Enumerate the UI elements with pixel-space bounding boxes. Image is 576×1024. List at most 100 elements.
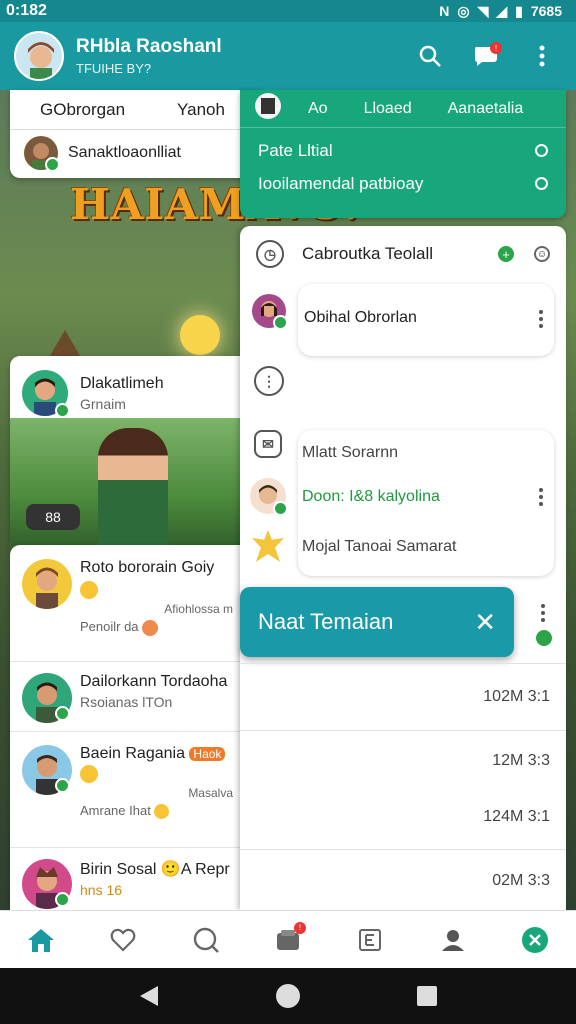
- online-indicator: [55, 706, 70, 721]
- notification-badge: !: [293, 921, 306, 934]
- back-icon[interactable]: [138, 984, 160, 1008]
- avatar: [22, 559, 72, 609]
- more-options-button[interactable]: [528, 42, 556, 70]
- message-line-3: Mojal Tanoai Samarat: [302, 538, 457, 555]
- list-item[interactable]: Dailorkann Tordaoha Rsoianas lTOn: [10, 673, 245, 723]
- list-item[interactable]: Baein Ragania Haok Masalva Amrane Ihat: [10, 745, 245, 820]
- tab-left-2[interactable]: Yanoh: [147, 100, 247, 120]
- avatar: [22, 859, 72, 909]
- chat-name: Dailorkann Tordaoha: [80, 673, 228, 690]
- chat-preview: Afiohlossa m: [164, 602, 233, 617]
- character-illustration: [98, 428, 168, 552]
- feature-card[interactable]: Dlakatlimeh Grnaim 88: [10, 356, 250, 552]
- chat-name: Birin Sosal 🙂A Repr: [80, 861, 230, 878]
- left-tabs: GObrorgan Yanoh: [10, 90, 260, 130]
- timestamp: 124M 3:1: [483, 808, 550, 825]
- avatar: [252, 294, 288, 330]
- app-title: RHbla Raoshanl: [76, 36, 222, 57]
- message-line-1: Mlatt Sorarnn: [302, 444, 399, 461]
- group-info-text-2: Iooilamendal patbioay: [258, 173, 424, 193]
- nav-close[interactable]: [515, 920, 555, 960]
- divider: [240, 663, 566, 664]
- online-indicator: [273, 315, 288, 330]
- online-indicator: [45, 157, 60, 172]
- list-item[interactable]: Roto bororain Goiy Afiohlossa m Penoilr …: [10, 559, 245, 636]
- emoji-icon[interactable]: ☺: [534, 246, 550, 262]
- online-indicator: [55, 778, 70, 793]
- status-bar: 0:182 N ◎ ◥ ◢ ▮ 7685: [0, 0, 576, 22]
- media-pill[interactable]: 88: [26, 504, 80, 530]
- more-vertical-icon[interactable]: [540, 604, 546, 622]
- left-top-card: GObrorgan Yanoh Sanaktloaonlliat: [10, 90, 260, 178]
- chat-icon: ✉: [254, 430, 282, 458]
- chat-preview-2: Penoilr da: [80, 619, 233, 636]
- nav-profile[interactable]: [433, 920, 473, 960]
- chat-list: Roto bororain Goiy Afiohlossa m Penoilr …: [10, 545, 245, 910]
- feature-image: 88: [10, 418, 250, 552]
- message-bubble[interactable]: Obihal Obrorlan: [298, 284, 554, 356]
- tab-group-1[interactable]: Ao: [290, 100, 346, 118]
- more-vertical-icon[interactable]: [538, 310, 544, 328]
- online-indicator: [55, 403, 70, 418]
- chat-notifications-button[interactable]: !: [472, 42, 502, 70]
- nav-inbox[interactable]: !: [268, 920, 308, 960]
- tab-group-3[interactable]: Aanaetalia: [430, 100, 542, 118]
- avatar: [24, 136, 60, 172]
- list-item[interactable]: Birin Sosal 🙂A Repr hns 16: [10, 859, 245, 909]
- add-icon[interactable]: +: [498, 246, 514, 262]
- snackbar[interactable]: Naat Temaian ✕: [240, 587, 514, 657]
- recents-icon[interactable]: [416, 985, 438, 1007]
- home-button-icon[interactable]: [275, 983, 301, 1009]
- chat-bubble-icon: [193, 927, 219, 953]
- conversation-title: Cabroutka Teolall: [302, 244, 434, 263]
- nav-favorites[interactable]: [103, 920, 143, 960]
- more-vertical-icon[interactable]: [538, 488, 544, 506]
- group-info-line-1[interactable]: Pate Lltial: [240, 134, 566, 167]
- home-icon: [28, 928, 55, 952]
- wifi-icon: ◥: [477, 2, 489, 19]
- status-badge: Haok: [189, 747, 226, 761]
- avatar: [22, 745, 72, 795]
- nfc-icon: N: [439, 3, 450, 19]
- status-ring-icon: [535, 144, 548, 157]
- feature-header: Dlakatlimeh Grnaim: [10, 356, 250, 418]
- group-tabs: Ao Lloaed Aanaetalia: [240, 90, 566, 128]
- divider: [10, 731, 245, 732]
- smile-emoji-icon: [80, 581, 98, 599]
- status-ring-icon: [535, 177, 548, 190]
- group-header-panel: Ao Lloaed Aanaetalia Pate Lltial Iooilam…: [240, 90, 566, 218]
- close-circle-icon: [521, 926, 548, 953]
- profile-avatar[interactable]: [14, 31, 64, 81]
- tab-left-1[interactable]: GObrorgan: [10, 100, 147, 120]
- group-info-line-2[interactable]: Iooilamendal patbioay: [240, 167, 566, 200]
- avatar: [250, 478, 288, 516]
- close-icon[interactable]: ✕: [474, 607, 496, 638]
- left-top-user-row[interactable]: Sanaktloaonlliat: [10, 130, 260, 176]
- app-titles: RHbla Raoshanl TFUIHE BY?: [76, 36, 416, 76]
- info-icon[interactable]: ⋮: [254, 366, 284, 396]
- document-icon: [359, 928, 382, 951]
- divider: [10, 847, 245, 848]
- battery-icon: ▮: [515, 2, 523, 19]
- nav-home[interactable]: [21, 920, 61, 960]
- online-indicator: [273, 501, 288, 516]
- divider: [240, 730, 566, 731]
- sticker-icon: [252, 530, 284, 562]
- conversation-header-row[interactable]: ◷ Cabroutka Teolall + ☺: [240, 240, 566, 268]
- nav-documents[interactable]: [350, 920, 390, 960]
- tab-group-2[interactable]: Lloaed: [346, 100, 430, 118]
- nav-chat[interactable]: [186, 920, 226, 960]
- group-avatar: [240, 92, 290, 125]
- sun-illustration: [180, 315, 220, 355]
- chat-name: Baein Ragania Haok: [80, 745, 233, 763]
- chat-preview-2: Amrane Ihat: [80, 803, 233, 820]
- chat-preview: Masalva: [188, 786, 233, 801]
- notification-badge: !: [490, 42, 502, 54]
- status-time: 0:182: [6, 2, 47, 19]
- app-bar: RHbla Raoshanl TFUIHE BY? !: [0, 22, 576, 90]
- group-message-card[interactable]: Mlatt Sorarnn Doon: I&8 kalyolina Mojal …: [298, 430, 554, 576]
- snackbar-text: Naat Temaian: [258, 609, 394, 634]
- online-indicator: [536, 630, 552, 646]
- search-button[interactable]: [416, 42, 444, 70]
- smile-emoji-icon: [80, 765, 98, 783]
